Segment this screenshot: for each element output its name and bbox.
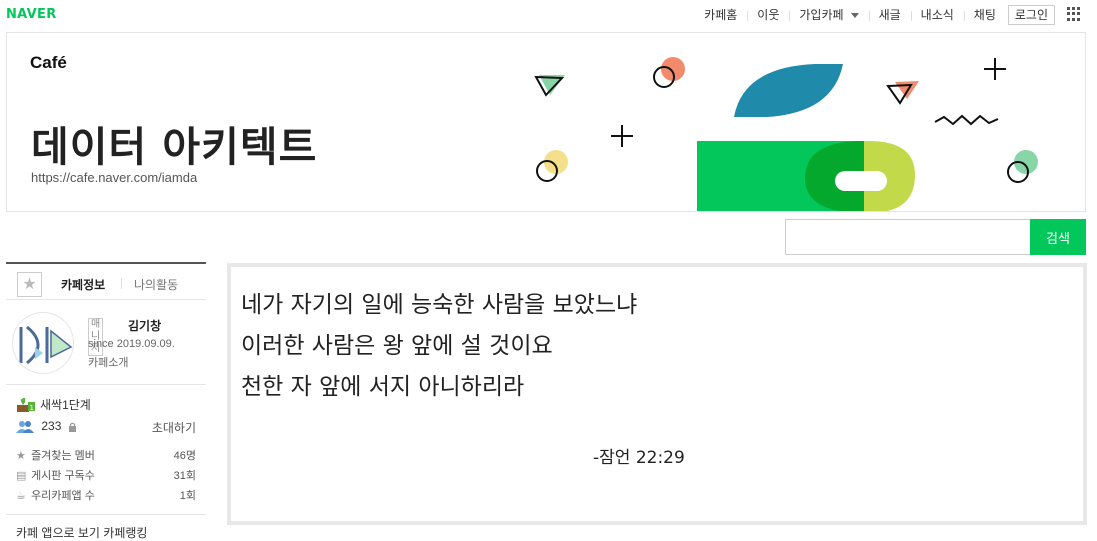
tab-cafe-info[interactable]: 카페정보 bbox=[61, 276, 105, 293]
naver-logo[interactable]: NAVER bbox=[6, 7, 57, 22]
svg-text:1: 1 bbox=[30, 404, 34, 412]
cafe-level[interactable]: 1 새싹1단계 bbox=[16, 395, 91, 413]
banner-decoration bbox=[534, 57, 1038, 211]
sprout-icon: 1 bbox=[17, 398, 35, 412]
stat-label: 게시판 구독수 bbox=[31, 470, 95, 482]
manager-name[interactable]: 김기창 bbox=[128, 317, 161, 334]
stat-cafe-app[interactable]: ☕ 우리카페앱 수 1회 bbox=[16, 487, 196, 503]
stat-board-subscriptions[interactable]: ▤ 게시판 구독수 31회 bbox=[16, 467, 196, 483]
plus-shape bbox=[984, 58, 1006, 80]
invite-button[interactable]: 초대하기 bbox=[152, 419, 196, 436]
stat-value: 46명 bbox=[173, 450, 196, 462]
zigzag-shape bbox=[934, 114, 999, 126]
members-icon bbox=[16, 420, 34, 433]
since-date: since 2019.09.09. bbox=[88, 338, 175, 350]
nav-new-posts[interactable]: 새글 bbox=[868, 6, 911, 24]
verse-line-2: 이러한 사람은 왕 앞에 설 것이요 bbox=[241, 333, 553, 359]
stat-label: 즐겨찾는 멤버 bbox=[31, 450, 95, 462]
nav-my-news[interactable]: 내소식 bbox=[910, 6, 964, 24]
verse-reference: -잠언 22:29 bbox=[593, 448, 685, 468]
leaf-shape bbox=[734, 64, 843, 117]
nav-neighbors[interactable]: 이웃 bbox=[747, 6, 789, 24]
app-grid-icon[interactable] bbox=[1067, 7, 1081, 21]
nav-chat[interactable]: 채팅 bbox=[963, 6, 1006, 24]
main-notice-box: 네가 자기의 일에 능숙한 사람을 보았느냐 이러한 사람은 왕 앞에 설 것이… bbox=[227, 263, 1087, 525]
cafe-search: 검색 bbox=[785, 219, 1086, 255]
cafe-banner: Café 데이터 아키텍트 https://cafe.naver.com/iam… bbox=[6, 32, 1086, 212]
stat-value: 31회 bbox=[173, 470, 196, 482]
stat-label: 우리카페앱 수 bbox=[31, 490, 95, 502]
divider bbox=[6, 514, 206, 515]
search-input[interactable] bbox=[785, 219, 1031, 255]
white-pill-shape bbox=[835, 171, 887, 191]
verse-line-1: 네가 자기의 일에 능숙한 사람을 보았느냐 bbox=[241, 292, 638, 318]
rss-icon: ▤ bbox=[16, 470, 27, 482]
manager-badge: 매니저 bbox=[88, 318, 104, 356]
cafe-avatar[interactable] bbox=[12, 312, 74, 374]
nav-joined-cafes[interactable]: 가입카페 bbox=[789, 6, 868, 24]
app-icon: ☕ bbox=[16, 490, 26, 502]
dp-logo-icon bbox=[19, 325, 73, 365]
global-nav: 카페홈 이웃 가입카페 새글 내소식 채팅 로그인 bbox=[694, 5, 1055, 25]
favorite-star-icon[interactable]: ★ bbox=[17, 272, 42, 297]
star-icon: ★ bbox=[16, 450, 26, 462]
search-button[interactable]: 검색 bbox=[1030, 219, 1086, 255]
nav-joined-cafes-label: 가입카페 bbox=[799, 8, 844, 22]
plus-shape bbox=[611, 125, 633, 147]
nav-cafe-home[interactable]: 카페홈 bbox=[694, 6, 747, 24]
member-row: 233 초대하기 bbox=[16, 419, 196, 436]
stat-favorite-members[interactable]: ★ 즐겨찾는 멤버 46명 bbox=[16, 447, 196, 463]
level-label: 새싹1단계 bbox=[40, 397, 91, 412]
top-bar: NAVER 카페홈 이웃 가입카페 새글 내소식 채팅 로그인 bbox=[0, 0, 1097, 30]
divider bbox=[6, 384, 206, 385]
cafe-intro-link[interactable]: 카페소개 bbox=[88, 354, 128, 370]
member-count[interactable]: 233 bbox=[41, 419, 61, 433]
stat-value: 1회 bbox=[179, 490, 196, 502]
tab-divider bbox=[121, 278, 122, 289]
verse-line-3: 천한 자 앞에 서지 아니하리라 bbox=[241, 374, 525, 400]
lock-icon bbox=[68, 422, 76, 432]
sidebar-footer-links[interactable]: 카페 앱으로 보기 카페랭킹 bbox=[16, 524, 147, 541]
sidebar-tabs: ★ 카페정보 나의활동 bbox=[6, 262, 206, 300]
login-button[interactable]: 로그인 bbox=[1007, 5, 1055, 25]
chevron-down-icon[interactable] bbox=[850, 13, 859, 19]
cafe-info-sidebar: ★ 카페정보 나의활동 매니저 김기창 since 2019.09.09. 카페… bbox=[6, 262, 206, 540]
tab-my-activity[interactable]: 나의활동 bbox=[134, 276, 178, 293]
